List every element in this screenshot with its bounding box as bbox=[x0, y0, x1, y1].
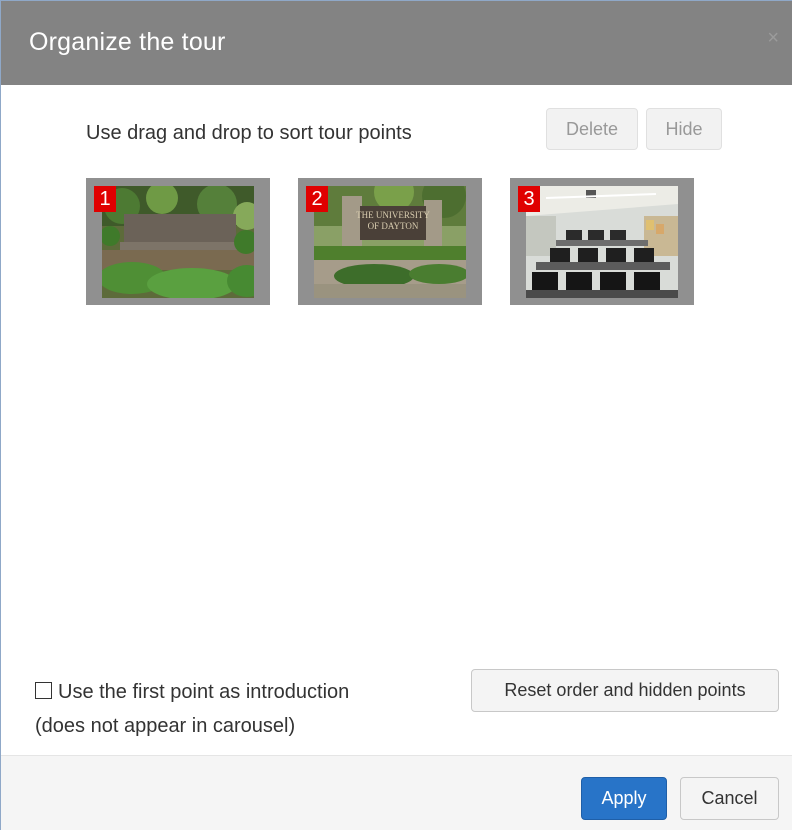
hide-button[interactable]: Hide bbox=[646, 108, 722, 150]
dialog-title: Organize the tour bbox=[29, 28, 226, 56]
computer-lab-classroom-photo bbox=[526, 186, 678, 298]
tour-point-number: 2 bbox=[306, 186, 328, 212]
intro-option: Use the first point as introduction (doe… bbox=[35, 675, 349, 743]
tour-point-3[interactable]: 3 bbox=[510, 178, 694, 305]
cancel-button[interactable]: Cancel bbox=[680, 777, 779, 820]
tour-point-number: 1 bbox=[94, 186, 116, 212]
reset-order-button[interactable]: Reset order and hidden points bbox=[471, 669, 779, 712]
intro-checkbox-note: (does not appear in carousel) bbox=[35, 715, 296, 737]
apply-button[interactable]: Apply bbox=[581, 777, 667, 820]
close-icon[interactable]: × bbox=[767, 27, 779, 50]
dialog-header: Organize the tour × bbox=[1, 1, 792, 85]
dialog-footer: Apply Cancel bbox=[1, 755, 792, 830]
intro-checkbox-label: Use the first point as introduction bbox=[58, 681, 350, 703]
university-of-dayton-sign-photo: THE UNIVERSITY OF DAYTON bbox=[314, 186, 466, 298]
intro-checkbox[interactable] bbox=[35, 682, 52, 699]
tour-point-number: 3 bbox=[518, 186, 540, 212]
campus-stone-sign-photo bbox=[102, 186, 254, 298]
sign-text-line-1: THE UNIVERSITY bbox=[356, 210, 430, 220]
sign-text-line-2: OF DAYTON bbox=[368, 221, 419, 231]
drag-instructions: Use drag and drop to sort tour points bbox=[86, 122, 412, 144]
tour-point-2[interactable]: 2 THE UNIVERSITY OF DAYTON bbox=[298, 178, 482, 305]
delete-button[interactable]: Delete bbox=[546, 108, 638, 150]
tour-point-1[interactable]: 1 bbox=[86, 178, 270, 305]
organize-tour-dialog: Organize the tour × Use drag and drop to… bbox=[0, 0, 792, 830]
